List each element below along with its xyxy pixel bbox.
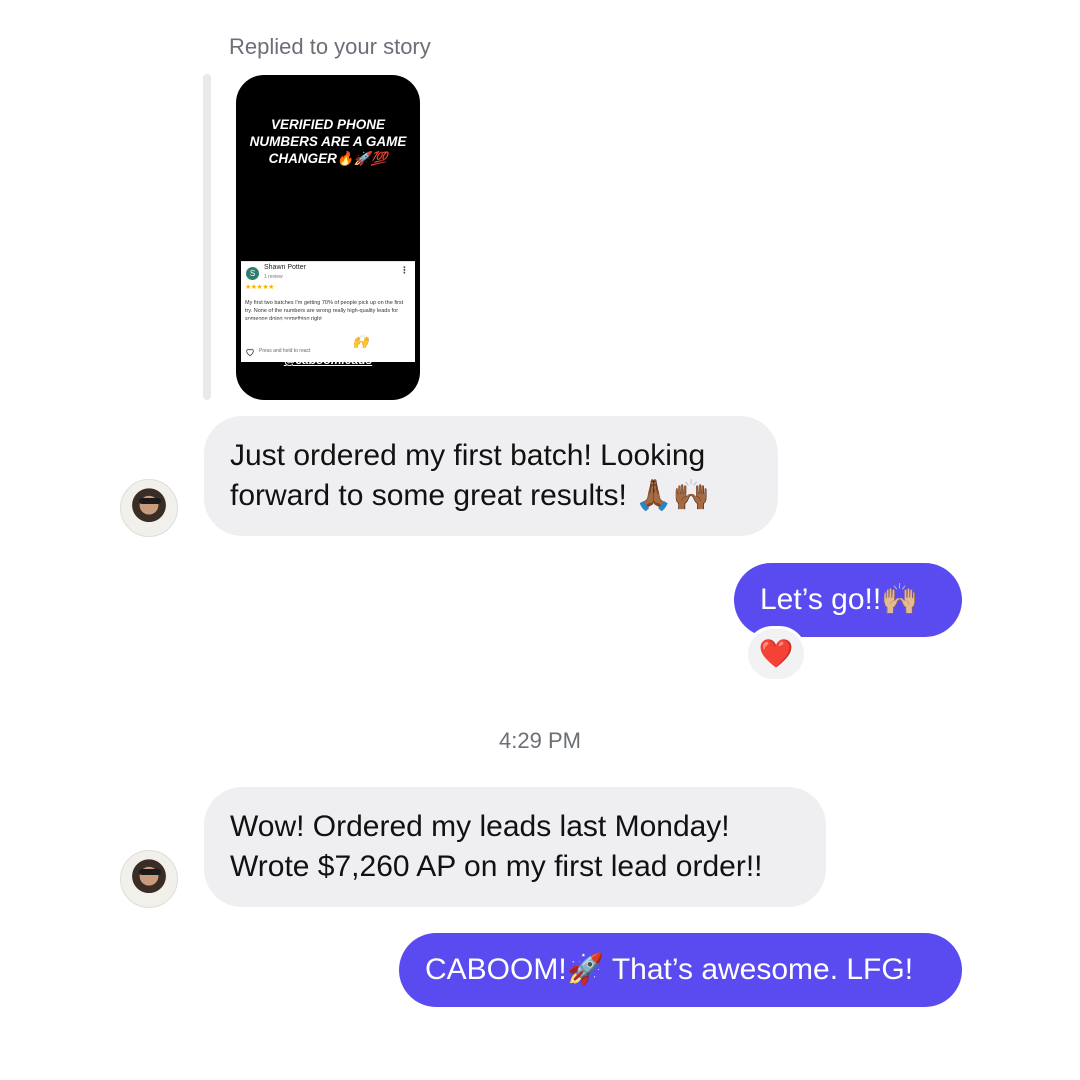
story-preview[interactable]: VERIFIED PHONE NUMBERS ARE A GAME CHANGE… — [236, 75, 420, 400]
more-vertical-icon: ⋮ — [400, 265, 409, 275]
heart-reaction-icon[interactable]: ❤️ — [745, 626, 807, 682]
outgoing-message[interactable]: CABOOM!🚀 That’s awesome. LFG! — [399, 933, 962, 1007]
sender-avatar[interactable] — [120, 479, 178, 537]
story-handle: @caboomleads — [283, 353, 373, 367]
review-count: 1 review — [264, 274, 283, 280]
message-timestamp: 4:29 PM — [499, 728, 581, 753]
story-cta: DM ME TO GET RESULTS LIKE THIS🙌 — [245, 317, 411, 349]
story-reply-label: Replied to your story — [229, 34, 431, 59]
sender-avatar[interactable] — [120, 850, 178, 908]
rating-stars: ★★★★★ — [245, 284, 274, 291]
incoming-message[interactable]: Just ordered my first batch! Looking for… — [204, 416, 778, 536]
reviewer-name: Shawn Potter — [264, 264, 307, 271]
reply-quote-bar — [203, 74, 211, 400]
reviewer-avatar: S — [246, 267, 259, 280]
dm-thread: Replied to your story VERIFIED PHONE NUM… — [0, 0, 1080, 1080]
story-headline: VERIFIED PHONE NUMBERS ARE A GAME CHANGE… — [249, 117, 407, 166]
incoming-message[interactable]: Wow! Ordered my leads last Monday! Wrote… — [204, 787, 826, 907]
